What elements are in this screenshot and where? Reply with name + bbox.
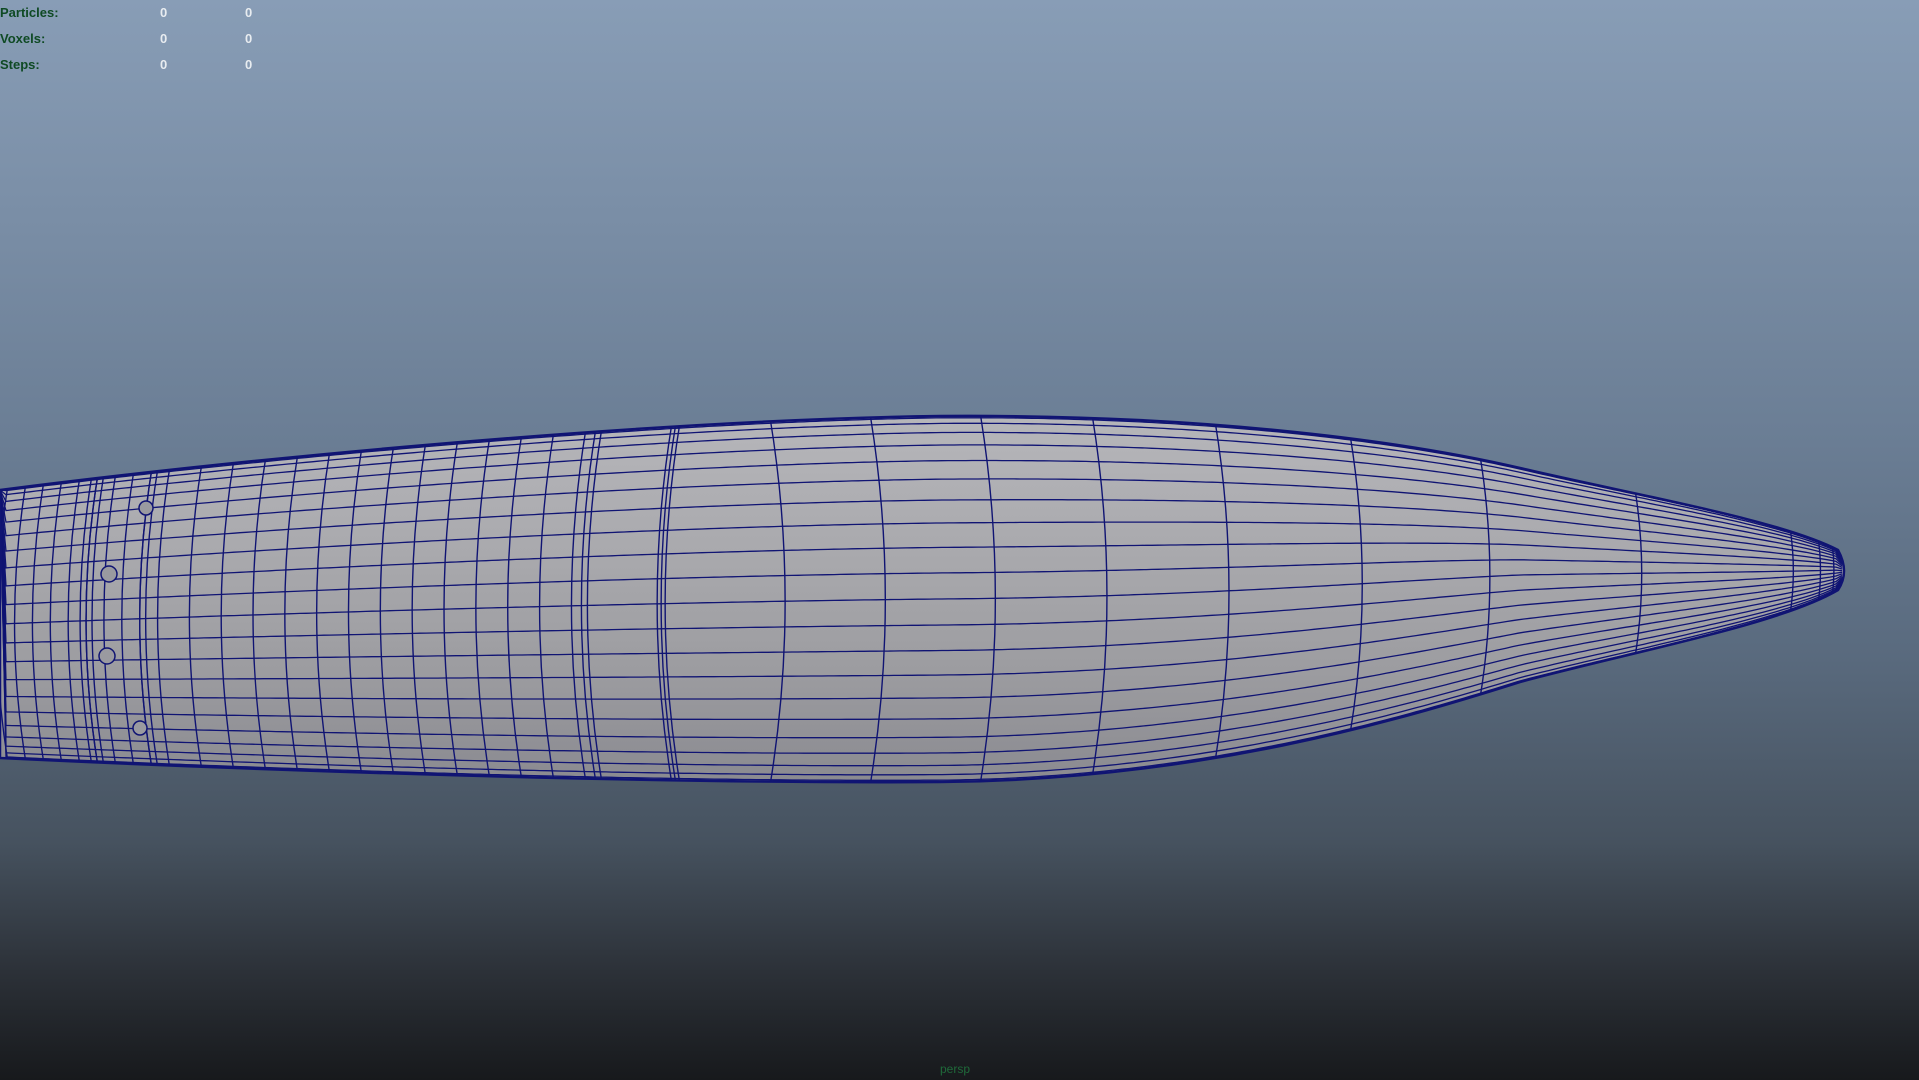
hud-value: 0: [245, 31, 253, 46]
hud-value: 0: [160, 57, 168, 72]
hud-value: 0: [160, 31, 168, 46]
hud-label: Particles:: [0, 5, 59, 20]
fluid-stats-hud: Particles: 0 0 Voxels: 0 0 Steps: 0 0: [0, 0, 260, 78]
hud-row-steps: Steps: 0 0: [0, 52, 260, 78]
camera-name-label: persp: [940, 1062, 971, 1076]
hud-value: 0: [245, 5, 253, 20]
maya-perspective-viewport[interactable]: Particles: 0 0 Voxels: 0 0 Steps: 0 0 pe…: [0, 0, 1919, 1080]
bolt: [138, 500, 154, 516]
bolt: [100, 565, 118, 583]
bolt: [98, 647, 116, 665]
hud-value: 0: [245, 57, 253, 72]
hud-row-particles: Particles: 0 0: [0, 0, 260, 26]
bolt: [132, 720, 148, 736]
hud-label: Steps:: [0, 57, 40, 72]
hud-label: Voxels:: [0, 31, 46, 46]
hud-row-voxels: Voxels: 0 0: [0, 26, 260, 52]
hud-value: 0: [160, 5, 168, 20]
rocket-mesh-wireframe[interactable]: [0, 0, 1919, 1080]
